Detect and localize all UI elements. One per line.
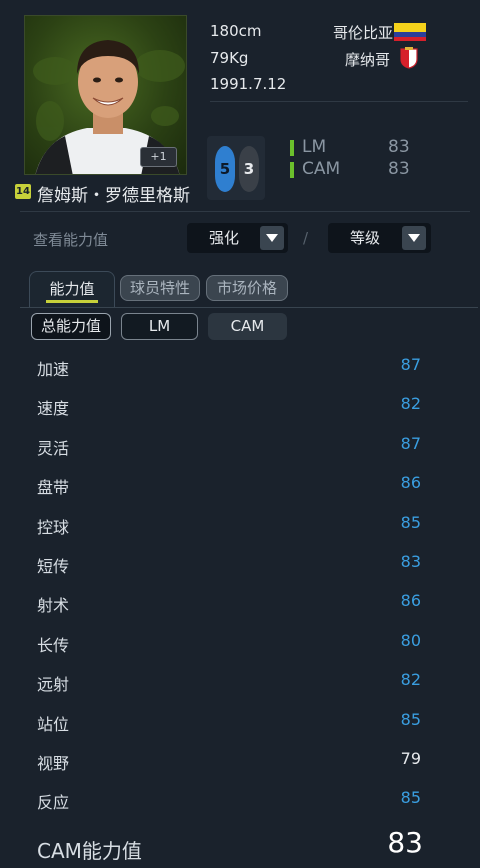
stat-name: 短传 [37, 557, 70, 576]
stat-value: 83 [400, 552, 421, 571]
stat-name: 盘带 [37, 478, 70, 498]
stat-row: 视野 79 [0, 742, 480, 780]
tab-market-price[interactable]: 市场价格 [206, 275, 288, 301]
stat-name: 反应 [37, 793, 70, 813]
chevron-down-icon [402, 226, 426, 250]
total-rating-value: 83 [387, 826, 423, 859]
dropdown-separator: / [303, 229, 309, 247]
position-value-lm: 83 [388, 137, 410, 157]
stat-row: 站位 85 [0, 703, 480, 741]
view-stats-label: 查看能力值 [33, 231, 109, 249]
position-bar-lm [290, 140, 294, 156]
subtab-cam[interactable]: CAM [208, 313, 287, 340]
total-rating-label: CAM能力值 [37, 839, 142, 863]
stat-value: 85 [400, 709, 421, 729]
position-value-cam: 83 [388, 159, 410, 179]
stat-row: 速度 82 [0, 387, 480, 425]
section-divider [20, 211, 470, 212]
subtab-overall[interactable]: 总能力值 [31, 313, 111, 340]
position-bar-cam [290, 162, 294, 178]
level-dropdown[interactable]: 等级 [328, 223, 431, 253]
stat-name: 视野 [37, 754, 70, 773]
stat-row: 射术 86 [0, 584, 480, 622]
stat-value: 79 [400, 749, 421, 768]
header-divider [210, 101, 468, 102]
stat-name: 加速 [37, 360, 70, 379]
stat-row: 长传 80 [0, 624, 480, 662]
stat-value: 82 [400, 394, 421, 414]
left-foot-icon: 5 [215, 146, 235, 192]
stat-row: 灵活 87 [0, 427, 480, 465]
player-birthdate: 1991.7.12 [210, 75, 287, 93]
player-club: 摩纳哥 [344, 51, 390, 69]
player-name: 詹姆斯・罗德里格斯 [37, 186, 190, 206]
stat-value: 85 [400, 788, 421, 808]
stat-value: 87 [400, 433, 421, 453]
stat-row: 远射 82 [0, 663, 480, 701]
position-label-cam: CAM [302, 159, 341, 179]
stat-name: 长传 [37, 635, 70, 655]
stat-value: 80 [400, 630, 421, 650]
level-dropdown-label: 等级 [349, 229, 380, 247]
stat-name: 灵活 [37, 438, 70, 458]
club-crest-icon [400, 47, 418, 69]
tab-active-indicator [46, 300, 98, 303]
colombia-flag-icon [394, 23, 426, 41]
stat-name: 控球 [37, 517, 70, 537]
stat-row: 短传 83 [0, 545, 480, 583]
upgrade-badge: +1 [140, 147, 177, 167]
player-height: 180cm [210, 22, 262, 40]
tab-panel-border [20, 307, 478, 308]
stat-value: 87 [400, 355, 421, 374]
stat-value: 85 [400, 512, 421, 532]
enhance-dropdown-label: 强化 [208, 229, 239, 247]
stat-row: 控球 85 [0, 506, 480, 544]
stat-row: 反应 85 [0, 781, 480, 819]
stat-name: 站位 [37, 714, 70, 734]
stat-name: 远射 [37, 675, 70, 695]
stat-value: 82 [400, 670, 421, 690]
stat-name: 射术 [37, 596, 70, 616]
player-weight: 79Kg [210, 49, 249, 67]
player-nation: 哥伦比亚 [332, 24, 393, 42]
stat-value: 86 [400, 473, 421, 493]
position-label-lm: LM [302, 137, 327, 157]
tab-player-traits[interactable]: 球员特性 [120, 275, 200, 301]
stat-row: 加速 87 [0, 348, 480, 386]
season-badge: 14 [15, 184, 31, 199]
stat-row: 盘带 86 [0, 466, 480, 504]
chevron-down-icon [260, 226, 284, 250]
stat-value: 86 [400, 591, 421, 611]
subtab-lm[interactable]: LM [121, 313, 198, 340]
right-foot-icon: 3 [239, 146, 259, 192]
enhance-dropdown[interactable]: 强化 [187, 223, 288, 253]
stat-name: 速度 [37, 399, 70, 419]
